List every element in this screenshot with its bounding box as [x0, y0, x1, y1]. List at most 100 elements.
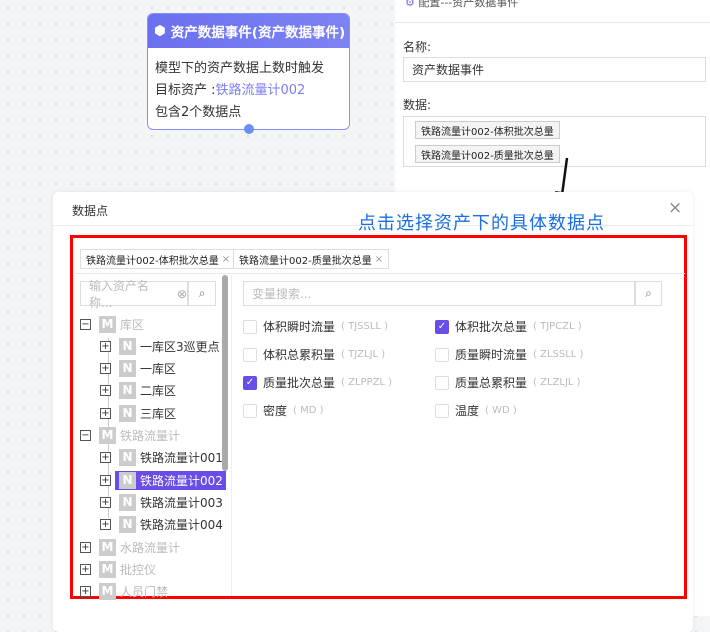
search-icon: ⌕ — [645, 286, 652, 300]
tree-node-label: 一库区3巡更点 — [140, 339, 220, 354]
expand-icon[interactable]: + — [100, 340, 111, 352]
tree-node[interactable]: + N 三库区 — [100, 403, 176, 423]
variable-label: 质量批次总量 — [263, 376, 336, 390]
checkbox[interactable] — [435, 403, 449, 418]
tree-node[interactable]: + N 铁路流量计003 — [100, 492, 223, 512]
event-node[interactable]: ⬢ 资产数据事件(资产数据事件) 模型下的资产数据上数时触发 目标资产 :铁路流… — [147, 13, 350, 130]
checkbox[interactable] — [243, 347, 257, 362]
variable-code: ( ZLSSLL ) — [533, 349, 584, 360]
node-description: 模型下的资产数据上数时触发 — [155, 61, 325, 76]
variable-label: 体积批次总量 — [455, 320, 528, 334]
tree-node-label: 铁路流量计004 — [140, 518, 223, 533]
expand-icon[interactable]: + — [100, 363, 111, 375]
tree-node[interactable]: + N 二库区 — [100, 381, 176, 401]
variable-checkbox[interactable]: 温度 ( WD ) — [435, 402, 517, 419]
data-tag: 铁路流量计002-体积批次总量 — [415, 121, 560, 139]
node-type-icon: N — [119, 471, 136, 489]
tree-node[interactable]: + N 一库区 — [100, 359, 176, 379]
variable-code: ( ZLPPZL ) — [341, 377, 393, 388]
node-type-icon: N — [119, 449, 136, 467]
tree-node-label: 人员门禁 — [120, 585, 169, 600]
expand-icon[interactable]: + — [100, 496, 111, 508]
tree-node-label: 铁路流量计003 — [140, 495, 223, 510]
tree-node[interactable]: + M 人员门禁 — [80, 582, 168, 602]
node-type-icon: M — [99, 538, 116, 556]
expand-icon[interactable]: + — [100, 452, 111, 464]
remove-tag-icon[interactable]: × — [375, 254, 383, 265]
checkbox[interactable]: ✓ — [435, 319, 449, 334]
close-icon[interactable]: × — [668, 198, 682, 218]
panel-header: 配置---资产数据事件 — [418, 0, 519, 9]
tree-scrollbar[interactable] — [222, 275, 228, 471]
node-type-icon: N — [119, 404, 136, 422]
expand-icon[interactable]: + — [80, 563, 91, 575]
expand-icon[interactable]: + — [100, 474, 111, 486]
variable-checkbox[interactable]: 体积瞬时流量 ( TJSSLL ) — [243, 318, 388, 335]
variable-checkbox[interactable]: 体积总累积量 ( TJZLJL ) — [243, 346, 385, 363]
dialog-title: 数据点 — [72, 204, 109, 218]
tree-node-label: 库区 — [120, 317, 145, 332]
variable-label: 质量瞬时流量 — [455, 348, 528, 362]
variable-code: ( TJPCZL ) — [533, 321, 582, 332]
expand-icon[interactable]: + — [80, 586, 91, 598]
checkbox[interactable] — [243, 319, 257, 334]
variable-label: 体积总累积量 — [263, 348, 336, 362]
data-point-count: 包含2个数据点 — [155, 105, 242, 120]
collapse-icon[interactable]: − — [80, 430, 91, 441]
tree-node-label: 水路流量计 — [120, 540, 181, 555]
variable-search-button[interactable]: ⌕ — [635, 281, 662, 306]
selected-tag: 铁路流量计002-体积批次总量 × — [80, 249, 237, 269]
variable-code: ( MD ) — [293, 405, 324, 416]
checkbox[interactable] — [435, 375, 449, 390]
tree-node-label: 铁路流量计 — [120, 429, 181, 443]
variable-checkbox[interactable]: ✓ 体积批次总量 ( TJPCZL ) — [435, 318, 582, 335]
remove-tag-icon[interactable]: × — [222, 254, 230, 265]
expand-icon[interactable]: + — [100, 407, 111, 419]
node-header: ⬢ 资产数据事件(资产数据事件) — [148, 14, 349, 48]
target-asset-link[interactable]: 铁路流量计002 — [216, 83, 306, 98]
gear-icon: ⚙ — [405, 0, 419, 9]
tree-node[interactable]: + N 铁路流量计002 — [100, 470, 226, 490]
variable-checkbox[interactable]: 密度 ( MD ) — [243, 402, 324, 419]
selected-tag: 铁路流量计002-质量批次总量 × — [233, 249, 390, 269]
target-label: 目标资产 : — [155, 83, 216, 98]
tree-node-label: 批控仪 — [120, 562, 157, 577]
variable-search-input[interactable]: 变量搜索... — [243, 281, 635, 306]
asset-search-input[interactable]: 输入资产名称... ⊗ — [80, 279, 188, 310]
tree-node[interactable]: − M 铁路流量计 — [80, 426, 180, 446]
expand-icon[interactable]: + — [100, 385, 111, 397]
search-icon: ⌕ — [198, 286, 206, 300]
name-input[interactable]: 资产数据事件 — [403, 57, 706, 82]
expand-icon[interactable]: + — [80, 541, 91, 553]
node-connector-handle[interactable] — [244, 124, 254, 134]
checkbox[interactable] — [243, 403, 257, 418]
node-type-icon: N — [119, 493, 136, 511]
tree-node[interactable]: + M 水路流量计 — [80, 537, 180, 557]
tree-node[interactable]: + N 铁路流量计004 — [100, 515, 223, 535]
clear-icon[interactable]: ⊗ — [177, 287, 187, 301]
tree-node-label: 一库区 — [140, 362, 177, 377]
node-type-icon: N — [119, 382, 136, 400]
node-type-icon: M — [99, 315, 116, 333]
tree-node-label: 铁路流量计001 — [140, 451, 223, 466]
variable-label: 体积瞬时流量 — [263, 320, 336, 334]
tree-node[interactable]: + N 一库区3巡更点 — [100, 336, 220, 356]
cube-icon: ⬢ — [154, 23, 166, 39]
collapse-icon[interactable]: − — [80, 318, 91, 330]
node-type-icon: N — [119, 337, 136, 355]
variable-checkbox[interactable]: 质量瞬时流量 ( ZLSSLL ) — [435, 346, 583, 363]
node-type-icon: M — [99, 427, 116, 444]
variable-code: ( TJZLJL ) — [341, 349, 386, 360]
checkbox[interactable]: ✓ — [243, 375, 257, 390]
expand-icon[interactable]: + — [100, 519, 111, 531]
data-label: 数据: — [403, 98, 432, 112]
variable-checkbox[interactable]: 质量总累积量 ( ZLZLJL ) — [435, 374, 581, 391]
variable-checkbox[interactable]: ✓ 质量批次总量 ( ZLPPZL ) — [243, 374, 392, 391]
tree-node-label: 三库区 — [140, 406, 177, 421]
variable-code: ( TJSSLL ) — [341, 321, 389, 332]
tree-node[interactable]: − M 库区 — [80, 314, 144, 334]
tree-node[interactable]: + N 铁路流量计001 — [100, 448, 223, 468]
checkbox[interactable] — [435, 347, 449, 362]
asset-search-button[interactable]: ⌕ — [188, 281, 216, 306]
tree-node[interactable]: + M 批控仪 — [80, 559, 156, 579]
